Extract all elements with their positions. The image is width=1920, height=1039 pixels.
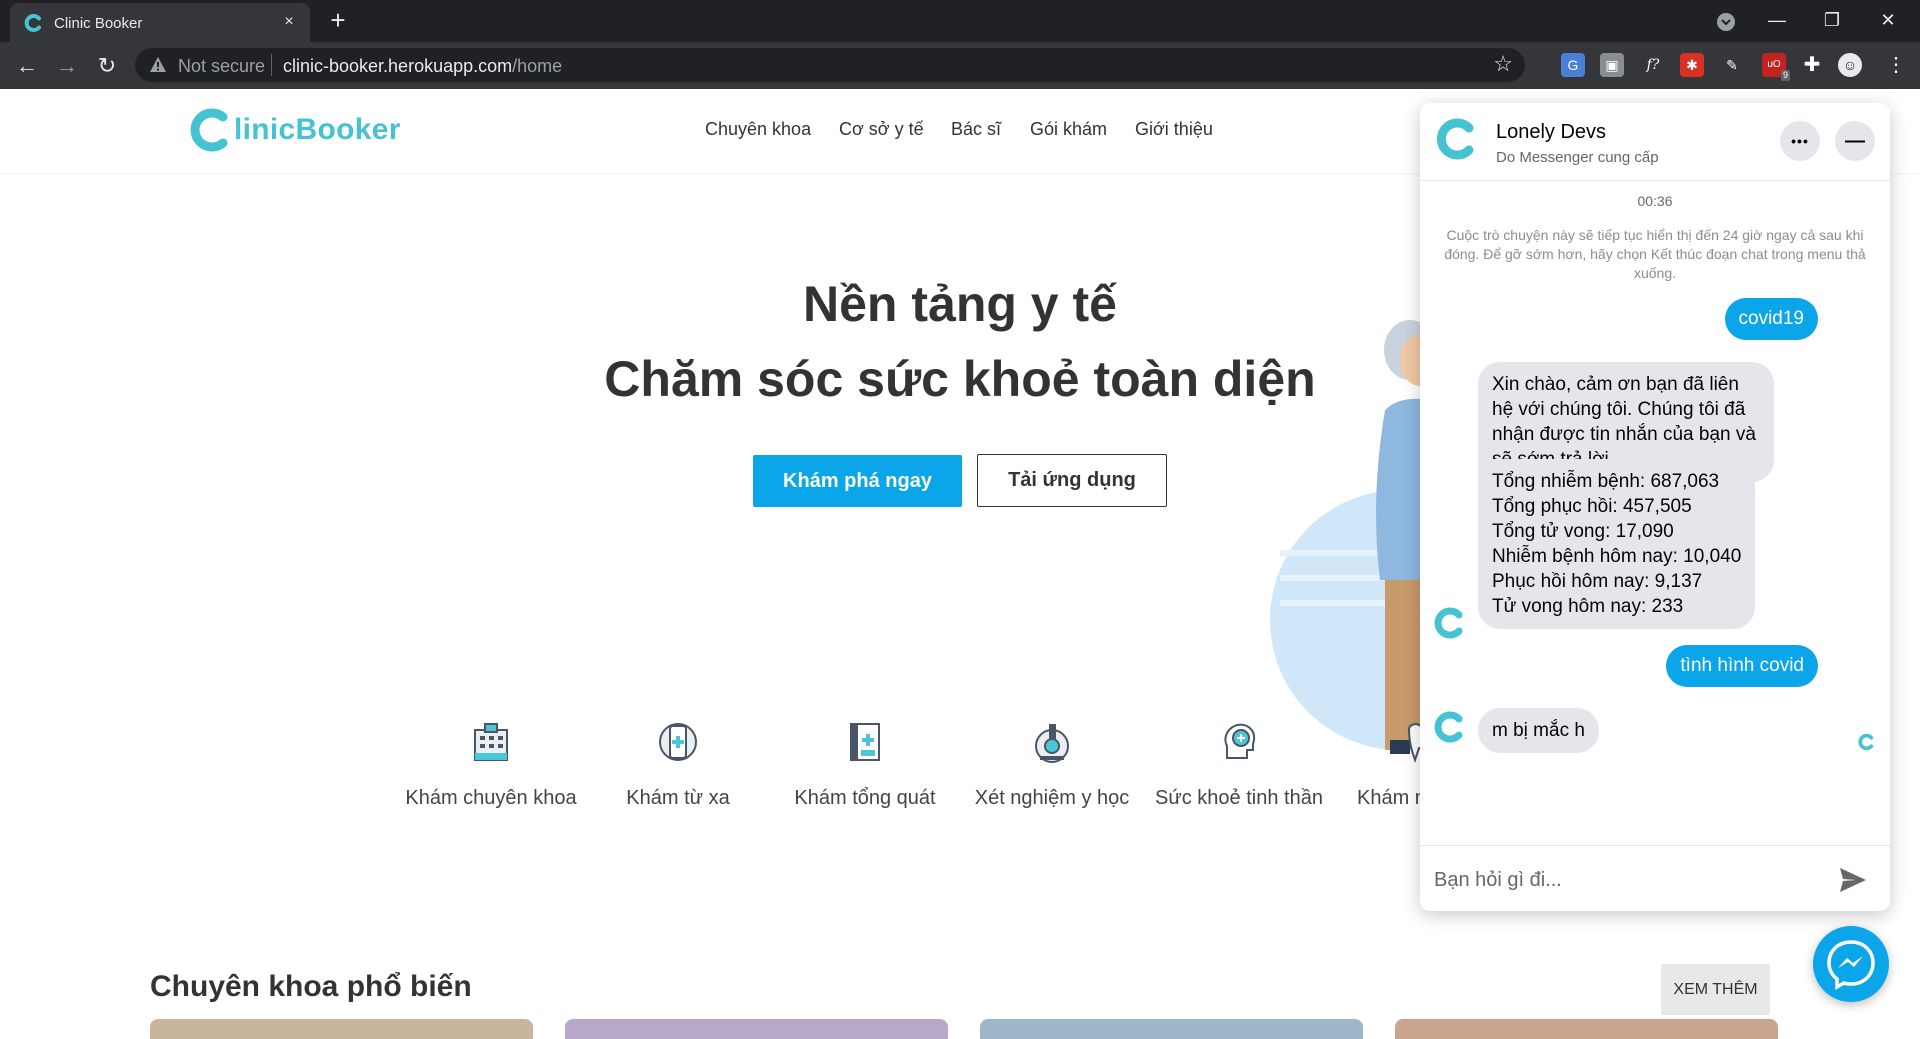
security-label[interactable]: Not secure [178,56,265,77]
url-host: clinic-booker.herokuapp.com [283,56,513,76]
service-kham-nha-khoa[interactable]: Khám n [1331,720,1439,810]
translate-extension-icon[interactable]: G [1561,53,1585,77]
ublock-extension-icon[interactable]: uO 9 [1762,53,1790,81]
chevron-down-circle-icon [1717,13,1735,31]
tab-close-icon[interactable]: × [278,11,300,33]
popular-specialties-title: Chuyên khoa phổ biến [150,970,472,1003]
pen-extension-icon[interactable]: ✎ [1720,53,1744,77]
incoming-message: m bị mắc h [1478,708,1599,753]
clinic-booker-logo[interactable]: linicBooker [190,107,401,153]
close-window-button[interactable]: ✕ [1873,6,1903,34]
red-extension-icon[interactable]: ✱ [1680,53,1704,77]
formula-extension-icon[interactable]: f? [1641,53,1665,77]
service-kham-tu-xa[interactable]: Khám từ xa [583,720,773,810]
download-app-button[interactable]: Tải ứng dụng [977,454,1167,507]
message-line: Tổng tử vong: 17,090 [1492,521,1674,542]
message-line: Phục hồi hôm nay: 9,137 [1492,571,1703,592]
incoming-message: Tổng nhiễm bệnh: 687,063 Tổng phục hồi: … [1478,459,1756,629]
url-divider [271,54,272,76]
bookmark-star-icon[interactable]: ☆ [1493,51,1513,77]
messenger-launcher-button[interactable] [1813,926,1889,1002]
head-brain-icon [1224,723,1256,759]
chat-subtitle: Do Messenger cung cấp [1496,149,1659,166]
nav-goi-kham[interactable]: Gói khám [1030,119,1107,140]
message-line: Tổng phục hồi: 457,505 [1492,496,1692,517]
chat-more-button[interactable]: ••• [1780,121,1820,161]
specialty-card[interactable] [980,1019,1363,1039]
puzzle-extensions-icon[interactable]: ✚ [1800,53,1824,77]
service-label: Khám từ xa [626,787,730,809]
nav-chuyen-khoa[interactable]: Chuyên khoa [705,119,811,140]
new-tab-button[interactable]: + [325,7,351,34]
reload-button[interactable]: ↻ [92,51,122,81]
specialty-card[interactable] [150,1019,533,1039]
url-path: /home [512,56,563,76]
nav-bac-si[interactable]: Bác sĩ [951,119,1001,140]
hero-title-line1: Nền tảng y tế [803,276,1117,332]
tab-strip: Clinic Booker × + — ❐ ✕ [0,0,1920,42]
extension-badge: 9 [1780,70,1790,81]
clinic-favicon-icon [24,14,41,32]
url-text[interactable]: clinic-booker.herokuapp.com/home [283,56,562,77]
message-line: Nhiễm bệnh hôm nay: 10,040 [1492,546,1742,567]
browser-menu-icon[interactable]: ⋮ [1884,53,1908,77]
browser-tab[interactable]: Clinic Booker × [10,3,310,42]
service-kham-chuyen-khoa[interactable]: Khám chuyên khoa [396,720,586,810]
service-suc-khoe-tinh-than[interactable]: Sức khoẻ tinh thần [1144,720,1334,810]
explore-now-button[interactable]: Khám phá ngay [753,455,962,507]
page-avatar [1436,118,1474,160]
outgoing-message: covid19 [1724,298,1818,340]
service-label: Khám tổng quát [794,787,936,809]
clipboard-medical-icon [850,723,880,761]
hospital-icon [474,723,508,761]
chat-minimize-button[interactable]: — [1835,121,1875,161]
bot-avatar [1434,607,1463,639]
specialty-card[interactable] [1395,1019,1778,1039]
specialty-card[interactable] [565,1019,948,1039]
messenger-icon [1827,940,1875,991]
service-xet-nghiem-y-hoc[interactable]: Xét nghiệm y học [957,720,1147,810]
browser-chrome: Clinic Booker × + — ❐ ✕ ← → ↻ Not secure… [0,0,1920,89]
browser-toolbar: ← → ↻ Not secure clinic-booker.herokuapp… [0,42,1920,89]
nav-gioi-thieu[interactable]: Giới thiệu [1135,119,1213,140]
extension-square-icon[interactable]: ▣ [1600,53,1624,77]
back-button[interactable]: ← [12,51,42,81]
logo-c-icon [190,108,228,152]
chat-retention-notice: Cuộc trò chuyện này sẽ tiếp tục hiển thị… [1444,227,1866,281]
chat-message-input[interactable] [1434,864,1814,896]
restore-window-button[interactable]: ❐ [1817,6,1847,34]
logo-text: linicBooker [234,113,401,146]
phone-medical-icon [659,723,697,761]
service-kham-tong-quat[interactable]: Khám tổng quát [770,720,960,810]
microscope-icon [1035,724,1069,763]
messenger-chat-window: Lonely Devs Do Messenger cung cấp ••• — … [1420,103,1890,911]
minimize-window-button[interactable]: — [1762,6,1792,34]
chat-page-name: Lonely Devs [1496,121,1607,143]
service-label: Xét nghiệm y học [974,787,1130,809]
tab-title: Clinic Booker [54,15,143,32]
outgoing-message: tình hình covid [1666,645,1818,687]
chat-timestamp: 00:36 [1637,193,1673,209]
send-icon[interactable] [1838,866,1868,894]
address-bar[interactable]: Not secure clinic-booker.herokuapp.com/h… [135,48,1525,82]
chat-header: Lonely Devs Do Messenger cung cấp ••• — [1420,103,1890,181]
service-label: Khám chuyên khoa [405,787,577,809]
tab-search-button[interactable] [1711,8,1741,36]
bot-avatar [1434,711,1463,743]
forward-button[interactable]: → [52,51,82,81]
chat-composer [1420,845,1890,911]
see-more-button[interactable]: XEM THÊM [1661,964,1770,1015]
warning-icon [150,57,166,72]
message-line: Tử vong hôm nay: 233 [1492,596,1684,617]
service-label: Sức khoẻ tinh thần [1155,787,1323,809]
nav-co-so-y-te[interactable]: Cơ sở y tế [839,119,924,140]
message-line: Tổng nhiễm bệnh: 687,063 [1492,471,1720,492]
profile-avatar[interactable]: ☺ [1838,53,1862,77]
seen-avatar-icon [1858,733,1874,751]
